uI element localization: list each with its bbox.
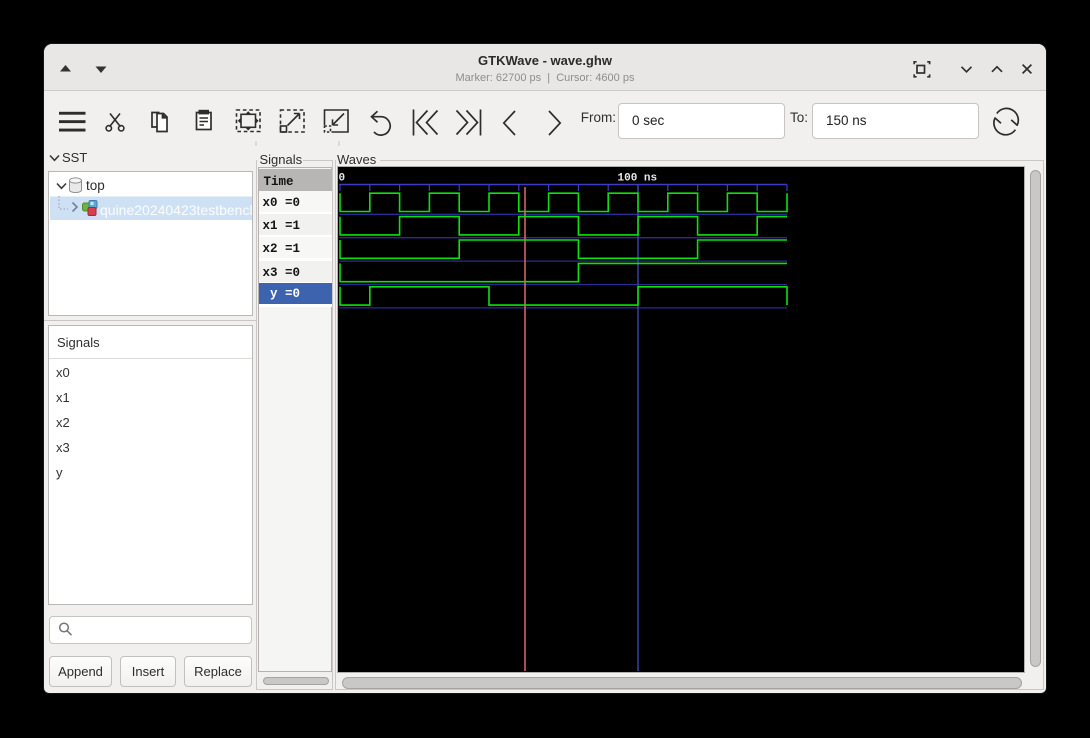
svg-text:0: 0: [339, 173, 346, 185]
svg-text:100 ns: 100 ns: [618, 173, 658, 185]
